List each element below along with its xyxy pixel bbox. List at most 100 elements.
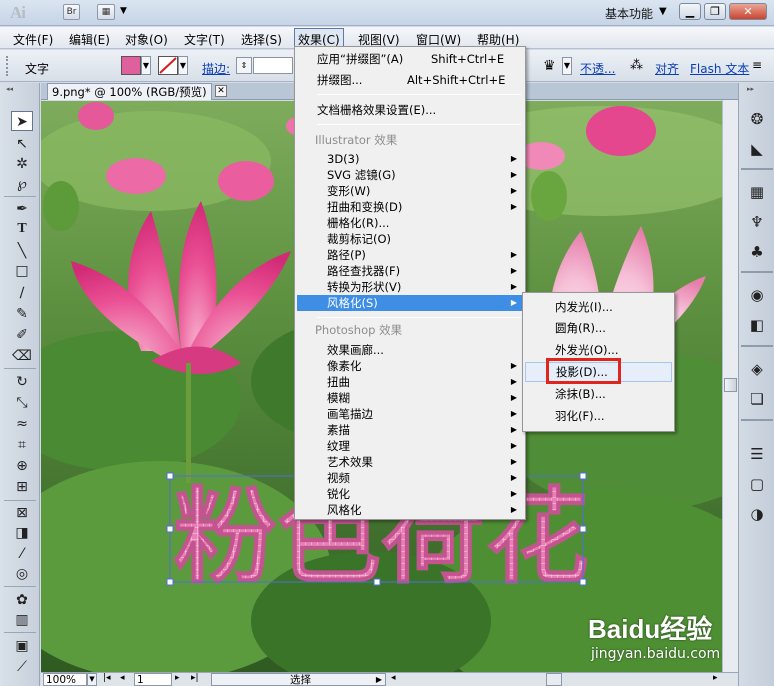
minimize-button[interactable]: ▁	[679, 3, 701, 20]
close-button[interactable]: ✕	[729, 3, 767, 20]
menu-item-stylize[interactable]: 风格化(S) ▶	[297, 295, 523, 311]
swatches-panel-icon[interactable]: ▦	[747, 182, 767, 202]
menu-select[interactable]: 选择(S)	[238, 30, 285, 49]
collapse-icon[interactable]: ◂◂	[6, 85, 34, 94]
artboard-tool-icon[interactable]: ▣	[11, 636, 33, 656]
column-graph-tool-icon[interactable]: ▥	[11, 610, 33, 630]
menu-item-warp[interactable]: 变形(W) ▶	[297, 183, 523, 199]
style-dropdown[interactable]: ▼	[562, 57, 572, 75]
stroke-dropdown[interactable]: ▼	[178, 56, 188, 75]
selection-tool-icon[interactable]: ➤	[11, 111, 33, 131]
lasso-tool-icon[interactable]: ℘	[11, 174, 33, 194]
grip-handle[interactable]	[6, 56, 9, 76]
slice-tool-icon[interactable]: ⟋	[11, 657, 33, 677]
menu-item-path[interactable]: 路径(P) ▶	[297, 247, 523, 263]
align-label[interactable]: 对齐	[655, 60, 679, 77]
menu-item-distort-transform[interactable]: 扭曲和变换(D) ▶	[297, 199, 523, 215]
menu-item-inner-glow[interactable]: 内发光(I)...	[525, 299, 672, 315]
menu-type[interactable]: 文字(T)	[181, 30, 228, 49]
menu-item-texture[interactable]: 纹理 ▶	[297, 438, 523, 454]
blend-tool-icon[interactable]: ◎	[11, 564, 33, 584]
scroll-left-icon[interactable]: ◂	[391, 673, 396, 683]
pencil-tool-icon[interactable]: ✎	[11, 304, 33, 324]
layers-panel-icon[interactable]: ☰	[747, 444, 767, 464]
pen-tool-icon[interactable]: ✒	[11, 199, 33, 219]
arrange-documents-icon[interactable]: ▦	[97, 4, 115, 20]
appearance-panel-icon[interactable]: ◈	[747, 359, 767, 379]
next-artboard-icon[interactable]: ▸	[175, 673, 180, 683]
menu-item-crop-marks[interactable]: 裁剪标记(O)	[297, 231, 523, 247]
restore-button[interactable]: ❐	[704, 3, 726, 20]
menu-file[interactable]: 文件(F)	[10, 30, 56, 49]
menu-item-distort[interactable]: 扭曲 ▶	[297, 374, 523, 390]
brushes-panel-icon[interactable]: ♆	[747, 212, 767, 232]
menu-item-artistic[interactable]: 艺术效果 ▶	[297, 454, 523, 470]
menu-item-last-effect[interactable]: 拼缀图... Alt+Shift+Ctrl+E	[297, 72, 523, 88]
free-transform-tool-icon[interactable]: ⌗	[11, 435, 33, 455]
scrollbar-thumb[interactable]	[724, 378, 737, 392]
color-panel-icon[interactable]: ❂	[747, 109, 767, 129]
stroke-label[interactable]: 描边:	[202, 60, 230, 77]
rotate-tool-icon[interactable]: ↻	[11, 372, 33, 392]
menu-item-rasterize[interactable]: 栅格化(R)...	[297, 215, 523, 231]
artboard-number-field[interactable]: 1	[134, 673, 172, 686]
menu-item-outer-glow[interactable]: 外发光(O)...	[525, 342, 672, 358]
arrange-dropdown-icon[interactable]: ▼	[120, 6, 127, 16]
shape-builder-tool-icon[interactable]: ⊕	[11, 456, 33, 476]
menu-item-svg-filters[interactable]: SVG 滤镜(G) ▶	[297, 167, 523, 183]
expand-panels-icon[interactable]: ▸▸	[747, 85, 754, 93]
graphic-styles-panel-icon[interactable]: ❏	[747, 389, 767, 409]
panel-menu-icon[interactable]: ≡	[752, 58, 762, 72]
stroke-weight-stepper[interactable]: ⇕	[236, 57, 252, 74]
menu-edit[interactable]: 编辑(E)	[66, 30, 113, 49]
artboards-panel-icon[interactable]: ▢	[747, 474, 767, 494]
blob-brush-tool-icon[interactable]: ✐	[11, 325, 33, 345]
last-artboard-icon[interactable]: ▸|	[191, 673, 199, 683]
transparency-panel-icon[interactable]: ◧	[747, 315, 767, 335]
zoom-dropdown[interactable]: ▼	[87, 673, 97, 686]
direct-selection-tool-icon[interactable]: ↖	[11, 134, 33, 154]
menu-item-brush-strokes[interactable]: 画笔描边 ▶	[297, 406, 523, 422]
recolor-icon[interactable]: ♛	[543, 58, 556, 74]
pathfinder-panel-icon[interactable]: ◑	[747, 504, 767, 524]
status-field[interactable]: 选择 ▶	[211, 673, 386, 686]
menu-item-ps-stylize[interactable]: 风格化 ▶	[297, 502, 523, 518]
document-tab[interactable]: 9.png* @ 100% (RGB/预览)	[47, 83, 212, 100]
paintbrush-tool-icon[interactable]: ∕	[11, 283, 33, 303]
horizontal-scroll-thumb[interactable]	[546, 673, 562, 686]
type-tool-icon[interactable]: T	[11, 219, 33, 239]
line-tool-icon[interactable]: ╲	[11, 241, 33, 261]
flash-text-label[interactable]: Flash 文本	[690, 60, 749, 77]
menu-item-round-corners[interactable]: 圆角(R)...	[525, 320, 672, 336]
menu-item-convert-to-shape[interactable]: 转换为形状(V) ▶	[297, 279, 523, 295]
gradient-tool-icon[interactable]: ◨	[11, 523, 33, 543]
zoom-field[interactable]: 100%	[43, 673, 87, 686]
mesh-tool-icon[interactable]: ⊠	[11, 503, 33, 523]
menu-item-blur[interactable]: 模糊 ▶	[297, 390, 523, 406]
workspace-switcher[interactable]: 基本功能	[605, 5, 653, 22]
document-setup-icon[interactable]: ⁂	[630, 58, 643, 73]
rectangle-tool-icon[interactable]: □	[11, 261, 33, 281]
menu-item-scribble[interactable]: 涂抹(B)...	[525, 386, 672, 402]
fill-dropdown[interactable]: ▼	[141, 56, 151, 75]
symbols-panel-icon[interactable]: ♣	[747, 242, 767, 262]
eyedropper-tool-icon[interactable]: ⁄	[11, 544, 33, 564]
eraser-tool-icon[interactable]: ⌫	[11, 346, 33, 366]
vertical-scrollbar[interactable]	[722, 100, 738, 672]
stroke-weight-input[interactable]	[253, 57, 293, 74]
menu-item-pathfinder[interactable]: 路径查找器(F) ▶	[297, 263, 523, 279]
menu-item-pixelate[interactable]: 像素化 ▶	[297, 358, 523, 374]
menu-item-feather[interactable]: 羽化(F)...	[525, 408, 672, 424]
menu-object[interactable]: 对象(O)	[122, 30, 171, 49]
close-tab-icon[interactable]: ✕	[215, 85, 227, 97]
menu-item-apply-last-effect[interactable]: 应用“拼缀图”(A) Shift+Ctrl+E	[297, 51, 523, 67]
menu-item-raster-settings[interactable]: 文档栅格效果设置(E)...	[297, 102, 523, 118]
warp-tool-icon[interactable]: ≈	[11, 414, 33, 434]
scale-tool-icon[interactable]: ⤡	[11, 393, 33, 413]
color-guide-icon[interactable]: ◣	[747, 139, 767, 159]
fill-swatch[interactable]	[121, 56, 141, 75]
menu-item-sketch[interactable]: 素描 ▶	[297, 422, 523, 438]
magic-wand-tool-icon[interactable]: ✲	[11, 154, 33, 174]
previous-artboard-icon[interactable]: ◂	[120, 673, 125, 683]
first-artboard-icon[interactable]: |◂	[103, 673, 111, 683]
